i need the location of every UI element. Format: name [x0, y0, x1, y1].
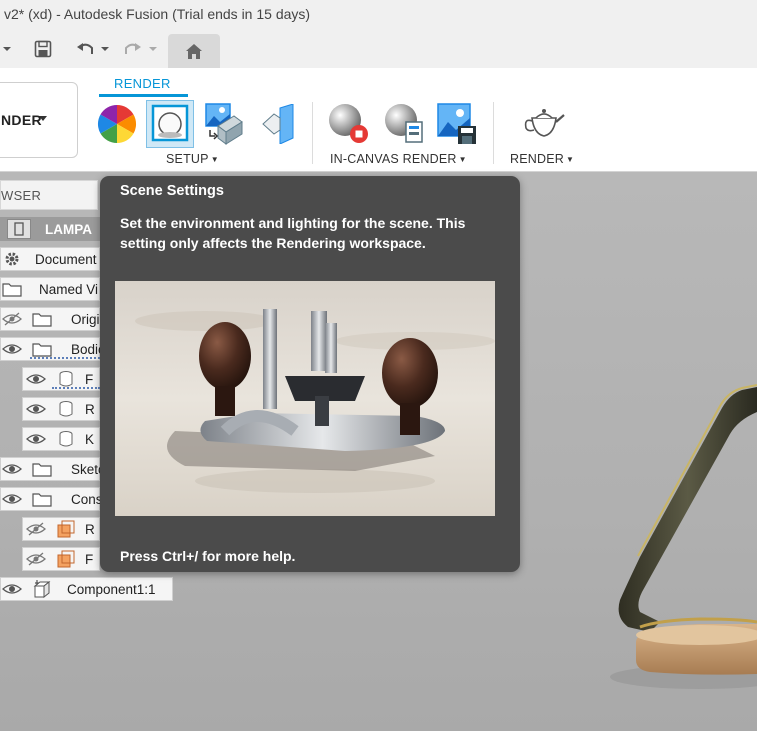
capture-image-button[interactable]	[436, 102, 478, 151]
texture-map-icon	[205, 103, 243, 145]
caret-down-icon: ▼	[458, 155, 467, 164]
window-title-bar: v2* (xd) - Autodesk Fusion (Trial ends i…	[0, 0, 757, 30]
eye-icon[interactable]	[25, 369, 47, 389]
browser-item-body[interactable]: K	[22, 427, 100, 451]
ribbon-divider	[312, 102, 313, 164]
render-group-menu[interactable]: RENDER ▼	[510, 152, 574, 166]
in-canvas-render-group-label: IN-CANVAS RENDER	[330, 152, 457, 166]
ribbon-divider	[493, 102, 494, 164]
scene-settings-icon	[151, 104, 189, 142]
appearance-tool-button[interactable]	[97, 104, 137, 149]
eye-hidden-icon[interactable]	[25, 549, 47, 569]
browser-item-sketches[interactable]: Sketc	[0, 457, 105, 481]
construction-plane-icon	[55, 549, 77, 569]
undo-icon[interactable]	[76, 38, 96, 60]
browser-item-plane[interactable]: F	[22, 547, 100, 571]
browser-item-label: Cons	[71, 491, 103, 507]
browser-item-label: R	[85, 521, 95, 537]
render-group-label: RENDER	[510, 152, 564, 166]
home-tab[interactable]	[168, 34, 220, 68]
folder-icon	[1, 279, 23, 299]
eye-hidden-icon[interactable]	[1, 309, 23, 329]
folder-icon	[31, 339, 53, 359]
eye-icon[interactable]	[1, 459, 23, 479]
scene-settings-button[interactable]	[146, 100, 194, 148]
body-icon	[55, 429, 77, 449]
home-icon	[186, 44, 202, 59]
sphere-settings-icon	[385, 104, 423, 143]
redo-history-caret-icon[interactable]	[148, 38, 158, 60]
in-canvas-render-settings-button[interactable]	[382, 102, 426, 151]
selection-underline	[30, 357, 100, 359]
browser-item-plane[interactable]: R	[22, 517, 100, 541]
tooltip-help-hint: Press Ctrl+/ for more help.	[120, 548, 296, 564]
eye-icon[interactable]	[25, 399, 47, 419]
decal-plane-icon	[262, 103, 294, 145]
eye-hidden-icon[interactable]	[25, 519, 47, 539]
eye-icon[interactable]	[1, 579, 23, 599]
in-canvas-render-group-menu[interactable]: IN-CANVAS RENDER ▼	[330, 152, 467, 166]
browser-item-label: Document	[35, 251, 97, 267]
setup-group-label: SETUP	[166, 152, 209, 166]
folder-icon	[31, 489, 53, 509]
browser-item-label: F	[85, 551, 94, 567]
render-button[interactable]	[522, 106, 566, 145]
quick-access-toolbar	[0, 30, 757, 68]
chevron-down-icon	[39, 116, 47, 121]
body-icon	[55, 399, 77, 419]
browser-item-label: Origi	[71, 311, 100, 327]
undo-history-caret-icon[interactable]	[100, 38, 110, 60]
active-tab-indicator	[99, 94, 188, 97]
scene-settings-tooltip: Scene Settings Set the environment and l…	[100, 176, 520, 572]
body-icon	[55, 369, 77, 389]
decal-button[interactable]	[260, 103, 296, 149]
tooltip-preview-image	[115, 281, 495, 516]
construction-plane-icon	[55, 519, 77, 539]
texture-map-controls-button[interactable]	[204, 102, 248, 151]
browser-item-document-settings[interactable]: Document	[0, 247, 100, 271]
browser-item-body[interactable]: R	[22, 397, 100, 421]
component-icon	[31, 579, 53, 599]
sphere-render-icon	[329, 104, 368, 143]
folder-icon	[31, 309, 53, 329]
browser-item-origin[interactable]: Origi	[0, 307, 100, 331]
browser-item-construction[interactable]: Cons	[0, 487, 103, 511]
document-icon	[7, 219, 31, 239]
window-title: v2* (xd) - Autodesk Fusion (Trial ends i…	[4, 6, 311, 22]
save-icon[interactable]	[34, 38, 52, 60]
selection-underline	[52, 387, 100, 389]
root-component-label: LAMPA	[45, 221, 92, 237]
in-canvas-render-button[interactable]	[326, 102, 370, 151]
browser-item-label: F	[85, 371, 94, 387]
browser-item-label: R	[85, 401, 95, 417]
setup-group-menu[interactable]: SETUP ▼	[166, 152, 219, 166]
browser-panel-header[interactable]: WSER	[0, 180, 98, 210]
browser-item-label: Named Vi	[39, 281, 99, 297]
browser-root-node[interactable]: LAMPA	[0, 217, 100, 241]
caret-down-icon: ▼	[210, 155, 219, 164]
tooltip-title: Scene Settings	[120, 183, 224, 199]
folder-icon	[31, 459, 53, 479]
tab-render[interactable]: RENDER	[114, 76, 171, 91]
color-wheel-icon	[97, 104, 137, 144]
eye-icon[interactable]	[1, 339, 23, 359]
browser-item-named-views[interactable]: Named Vi	[0, 277, 100, 301]
eye-icon[interactable]	[1, 489, 23, 509]
browser-item-label: Component1:1	[67, 581, 156, 597]
browser-item-label: K	[85, 431, 95, 447]
browser-title: WSER	[1, 188, 42, 203]
gear-icon	[1, 249, 23, 269]
teapot-icon	[524, 109, 565, 137]
workspace-label: NDER	[1, 112, 42, 128]
toolbar-ribbon: NDER RENDER SETUP ▼ IN-CANVAS RENDER ▼ R…	[0, 68, 757, 172]
file-menu-caret-icon[interactable]	[2, 38, 12, 60]
browser-item-component[interactable]: Component1:1	[0, 577, 173, 601]
eye-icon[interactable]	[25, 429, 47, 449]
tooltip-description: Set the environment and lighting for the…	[120, 215, 466, 251]
redo-icon[interactable]	[122, 38, 142, 60]
workspace-switcher[interactable]: NDER	[0, 82, 78, 158]
capture-image-icon	[437, 103, 476, 144]
caret-down-icon: ▼	[565, 155, 575, 164]
